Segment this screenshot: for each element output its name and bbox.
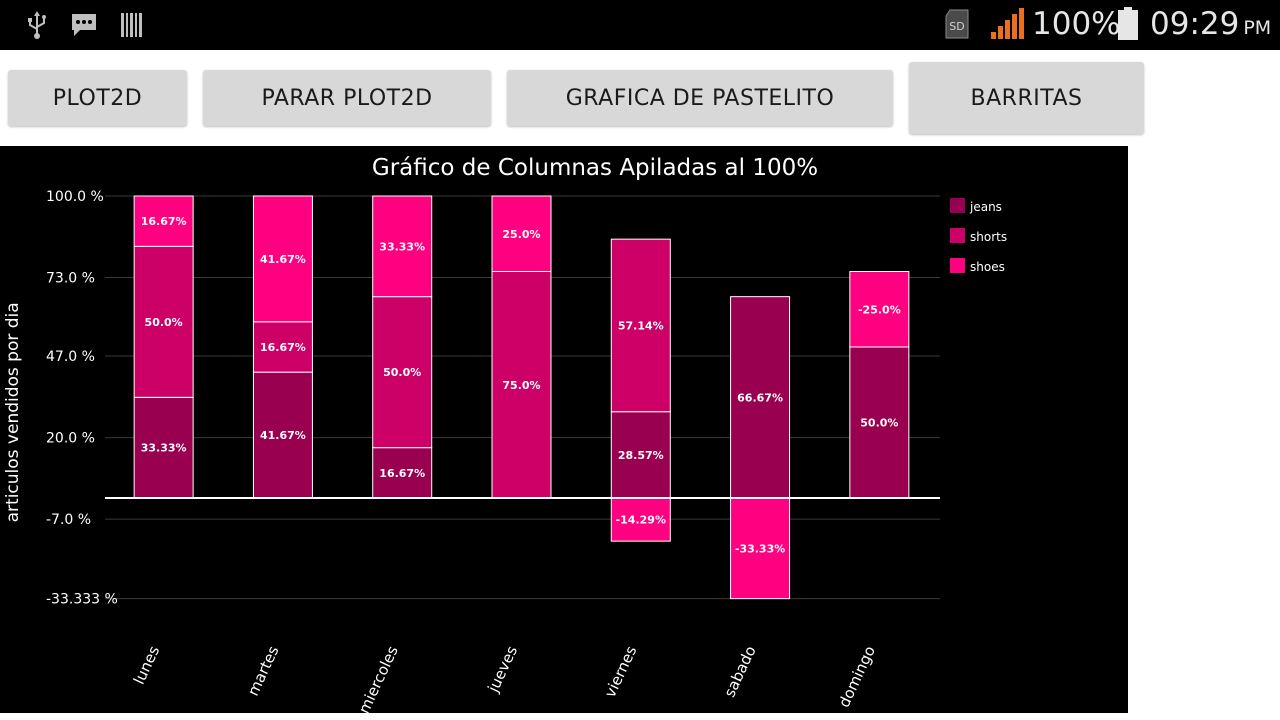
bar-chart-button[interactable]: BARRITAS <box>909 62 1144 134</box>
stop-plot2d-button[interactable]: PARAR PLOT2D <box>203 70 491 126</box>
pie-chart-button-label: GRAFICA DE PASTELITO <box>565 85 835 111</box>
message-icon <box>70 10 98 44</box>
sd-label: SD <box>949 20 964 33</box>
stop-plot2d-button-label: PARAR PLOT2D <box>261 85 433 111</box>
clock-ampm: PM <box>1243 17 1272 39</box>
data-label: -33.33% <box>735 542 785 555</box>
chart-title: Gráfico de Columnas Apiladas al 100% <box>372 155 818 181</box>
legend-label: jeans <box>969 200 1002 214</box>
legend-swatch <box>950 198 965 213</box>
data-label: 50.0% <box>383 366 421 379</box>
data-label: 50.0% <box>145 316 183 329</box>
data-label: 16.67% <box>260 341 306 354</box>
data-label: 28.57% <box>618 449 664 462</box>
usb-icon <box>26 10 48 44</box>
data-label: -14.29% <box>616 514 666 527</box>
barcode-icon <box>120 10 144 44</box>
stacked-bar-chart: Gráfico de Columnas Apiladas al 100% arti… <box>3 155 1007 713</box>
y-tick-label: 47.0 % <box>46 349 95 365</box>
bar-chart-button-label: BARRITAS <box>970 85 1083 111</box>
data-label: 16.67% <box>141 215 187 228</box>
x-tick-label: lunes <box>130 643 163 687</box>
data-label: 41.67% <box>260 429 306 442</box>
data-label: 66.67% <box>737 391 783 404</box>
data-label: 33.33% <box>379 240 425 253</box>
clock: 09:29 PM <box>1150 6 1271 42</box>
data-label: 16.67% <box>379 467 425 480</box>
x-tick-label: jueves <box>484 643 521 696</box>
x-tick-label: sabado <box>720 643 759 700</box>
legend-swatch <box>950 228 965 243</box>
status-bar: SD 100% 09:29 PM <box>0 0 1280 50</box>
y-axis-label: articulos vendidos por dia <box>3 302 23 522</box>
x-tick-label: domingo <box>835 643 879 710</box>
plot2d-button-label: PLOT2D <box>52 85 143 111</box>
data-label: -25.0% <box>858 303 901 316</box>
data-label: 25.0% <box>502 228 540 241</box>
pie-chart-button[interactable]: GRAFICA DE PASTELITO <box>507 70 893 126</box>
x-tick-label: martes <box>244 643 283 699</box>
battery-percentage: 100% <box>1032 6 1121 42</box>
legend-swatch <box>950 258 965 273</box>
legend-label: shorts <box>970 230 1007 244</box>
signal-icon <box>990 8 1024 44</box>
data-label: 33.33% <box>141 442 187 455</box>
plot2d-button[interactable]: PLOT2D <box>8 70 187 126</box>
x-tick-label: miercoles <box>355 643 402 713</box>
y-tick-label: -7.0 % <box>46 512 91 528</box>
battery-icon <box>1116 6 1140 46</box>
y-tick-label: 73.0 % <box>46 271 95 287</box>
y-tick-label: 100.0 % <box>46 189 104 205</box>
data-label: 41.67% <box>260 253 306 266</box>
clock-time: 09:29 <box>1150 6 1240 42</box>
sd-card-icon: SD <box>944 8 972 44</box>
chart-panel: Gráfico de Columnas Apiladas al 100% arti… <box>0 146 1128 713</box>
data-label: 57.14% <box>618 319 664 332</box>
data-label: 50.0% <box>860 417 898 430</box>
data-label: 75.0% <box>502 379 540 392</box>
y-tick-label: -33.333 % <box>46 592 118 608</box>
x-tick-label: viernes <box>601 643 641 700</box>
legend-label: shoes <box>970 260 1005 274</box>
button-toolbar: PLOT2D PARAR PLOT2D GRAFICA DE PASTELITO… <box>0 50 1280 146</box>
y-tick-label: 20.0 % <box>46 431 95 447</box>
